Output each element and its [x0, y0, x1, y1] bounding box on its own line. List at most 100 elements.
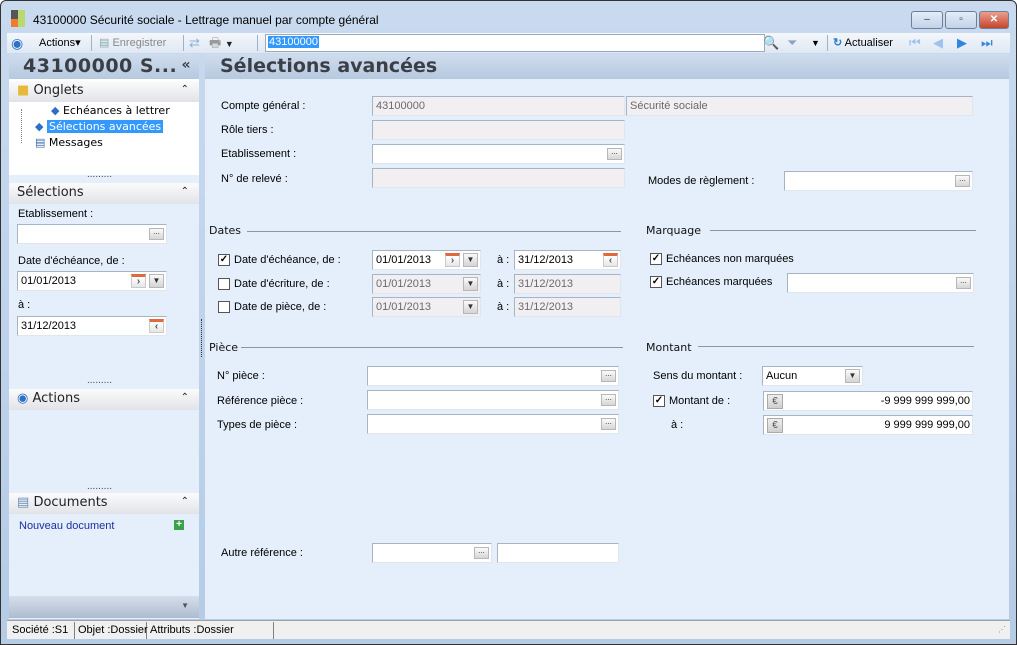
filter-dropdown-icon[interactable]: ▼: [811, 35, 820, 51]
etablissement-field[interactable]: ...: [17, 224, 167, 244]
releve-field: [372, 168, 625, 188]
print-icon[interactable]: 🖶 ▼: [209, 35, 234, 51]
marquees-field[interactable]: ...: [787, 273, 974, 293]
marquees-checkbox[interactable]: ✓: [650, 276, 662, 288]
browse-button[interactable]: ...: [149, 228, 164, 240]
chevron-up-icon[interactable]: ⌃: [181, 186, 189, 197]
actions-header[interactable]: ◉ Actions ⌃: [9, 389, 199, 410]
panel-splitter[interactable]: .........: [87, 170, 112, 180]
chevron-up-icon[interactable]: ⌃: [181, 496, 189, 507]
a-label: à :: [497, 254, 510, 266]
panel-splitter[interactable]: .........: [87, 376, 112, 386]
splitter-handle[interactable]: [201, 319, 202, 357]
resize-grip-icon[interactable]: ⋰: [998, 625, 1006, 634]
browse-button[interactable]: ...: [607, 148, 622, 160]
document-icon: ▤: [17, 495, 30, 510]
date-to-field[interactable]: 31/12/2013 ‹: [17, 316, 167, 336]
first-record-icon[interactable]: ⏮: [909, 35, 923, 51]
non-marquees-checkbox[interactable]: ✓: [650, 253, 662, 265]
etablissement-field[interactable]: ...: [372, 144, 625, 164]
save-button[interactable]: ▤ Enregistrer: [99, 35, 166, 51]
calendar-prev-icon[interactable]: ‹: [603, 253, 618, 267]
panel-footer: ▼: [9, 596, 199, 618]
browse-button[interactable]: ...: [601, 418, 616, 430]
diamond-icon: ◆: [35, 120, 44, 133]
document-icon: ▤: [35, 136, 46, 149]
chevron-up-icon[interactable]: ⌃: [181, 84, 189, 95]
date-echeance-to[interactable]: 31/12/2013 ‹: [514, 250, 621, 270]
date-from-field[interactable]: 01/01/2013 › ▼: [17, 271, 167, 291]
chevron-up-icon[interactable]: ⌃: [181, 392, 189, 403]
left-panel-title: 43100000 S... «: [9, 54, 199, 79]
date-ecriture-checkbox[interactable]: [218, 278, 230, 290]
tab-selections-avancees[interactable]: ◆ Sélections avancées: [35, 120, 164, 133]
montant-a-field[interactable]: €9 999 999 999,00: [763, 415, 973, 435]
field-value: 31/12/2013: [518, 254, 574, 266]
chevron-down-icon[interactable]: ▼: [149, 274, 164, 288]
types-piece-field[interactable]: ...: [367, 414, 619, 434]
separator: [827, 35, 828, 51]
date-echeance-checkbox[interactable]: ✓: [218, 254, 230, 266]
selections-header[interactable]: Sélections ⌃: [9, 183, 199, 204]
tab-messages[interactable]: ▤ Messages: [35, 136, 103, 149]
filter-icon[interactable]: ⏷: [787, 35, 797, 51]
browse-button[interactable]: ...: [474, 547, 489, 559]
calendar-prev-icon[interactable]: ‹: [149, 319, 164, 333]
browse-button[interactable]: ...: [601, 394, 616, 406]
target-icon[interactable]: ◉: [11, 35, 23, 51]
chevron-down-icon[interactable]: ▼: [845, 369, 860, 383]
sens-montant-select[interactable]: Aucun ▼: [762, 366, 863, 386]
actions-menu-button[interactable]: Actions▾: [39, 35, 81, 51]
chevron-down-icon[interactable]: ▼: [463, 253, 478, 267]
previous-record-icon[interactable]: ◀: [933, 35, 947, 51]
calendar-next-icon[interactable]: ›: [445, 253, 460, 267]
browse-button[interactable]: ...: [956, 277, 971, 289]
new-document-link[interactable]: Nouveau document: [19, 520, 114, 532]
modes-reglement-field[interactable]: ...: [784, 171, 973, 191]
onglets-header[interactable]: ■ Onglets ⌃: [9, 81, 199, 102]
montant-de-field[interactable]: € -9 999 999 999,00: [763, 391, 973, 411]
add-icon[interactable]: +: [174, 520, 184, 530]
separator: [91, 35, 92, 51]
montant-de-checkbox[interactable]: ✓: [653, 395, 665, 407]
collapse-panel-button[interactable]: «: [181, 57, 191, 73]
actions-label: Actions: [39, 37, 76, 49]
separator: [257, 35, 258, 51]
onglets-label: Onglets: [33, 83, 84, 98]
search-input[interactable]: 43100000: [265, 34, 765, 52]
date-piece-label: Date de pièce, de :: [234, 301, 327, 313]
documents-header[interactable]: ▤ Documents ⌃: [9, 493, 199, 514]
chevron-down-icon[interactable]: ▼: [181, 601, 189, 610]
next-record-icon[interactable]: ▶: [957, 35, 971, 51]
sync-icon[interactable]: ⇄: [189, 35, 200, 51]
tree-line: [21, 109, 22, 143]
date-ecriture-from: 01/01/2013 ▼: [372, 274, 481, 294]
left-panel: ■ Onglets ⌃ ◆ Echéances à lettrer ◆ Sélec…: [9, 79, 199, 619]
autre-reference-field-2[interactable]: [497, 543, 619, 563]
date-piece-checkbox[interactable]: [218, 301, 230, 313]
browse-button[interactable]: ...: [955, 175, 970, 187]
refresh-button[interactable]: ↻ Actualiser: [833, 35, 893, 51]
maximize-button[interactable]: ▫: [945, 11, 977, 29]
search-icon[interactable]: 🔍: [763, 35, 779, 51]
minimize-button[interactable]: –: [911, 11, 943, 29]
types-piece-label: Types de pièce :: [217, 419, 298, 431]
date-echeance-label: Date d'échéance, de :: [234, 254, 341, 266]
browse-button[interactable]: ...: [601, 370, 616, 382]
date-echeance-label: Date d'échéance, de :: [18, 255, 125, 267]
last-record-icon[interactable]: ⏭: [981, 35, 995, 51]
calendar-next-icon[interactable]: ›: [131, 274, 146, 288]
field-value: -9 999 999 999,00: [880, 395, 970, 407]
tab-echeances-a-lettrer[interactable]: ◆ Echéances à lettrer: [51, 104, 170, 117]
ref-piece-field[interactable]: ...: [367, 390, 619, 410]
panel-splitter[interactable]: .........: [87, 482, 112, 492]
compte-label: Compte général :: [221, 100, 306, 112]
close-button[interactable]: ✕: [979, 11, 1009, 29]
num-piece-field[interactable]: ...: [367, 366, 619, 386]
date-echeance-from[interactable]: 01/01/2013 › ▼: [372, 250, 481, 270]
non-marquees-label: Echéances non marquées: [666, 253, 794, 265]
autre-reference-field[interactable]: ...: [372, 543, 492, 563]
divider: [698, 346, 974, 347]
chevron-down-icon: ▼: [463, 300, 478, 314]
marquage-section-title: Marquage: [646, 224, 702, 237]
